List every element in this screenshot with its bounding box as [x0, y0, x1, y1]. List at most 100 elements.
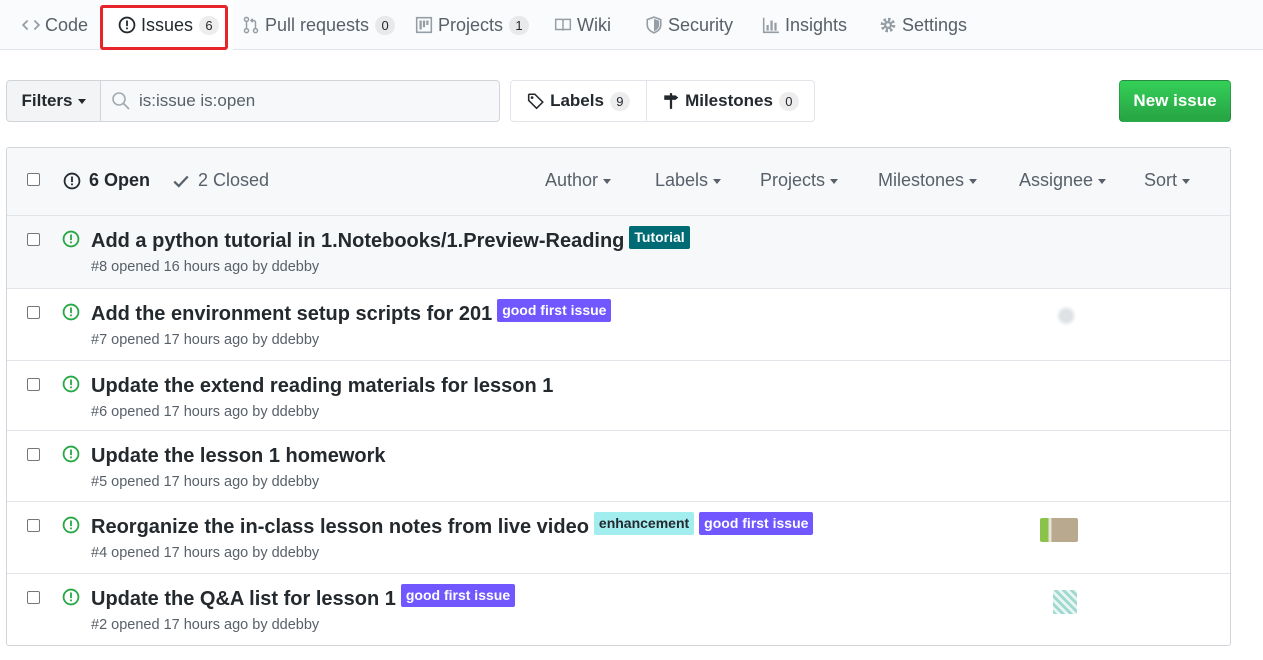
assignee-avatar[interactable] [1053, 590, 1077, 614]
tab-wiki[interactable]: Wiki [554, 0, 611, 50]
labels-label: Labels [550, 91, 604, 110]
issue-label[interactable]: good first issue [497, 299, 612, 322]
caret-down-icon [830, 178, 839, 184]
tab-insights[interactable]: Insights [762, 0, 847, 50]
issue-meta: #8 opened 16 hours ago by ddebby [91, 259, 320, 275]
tab-label: Security [668, 14, 734, 35]
issue-title-line: Update the extend reading materials for … [91, 375, 553, 398]
milestones-count-badge: 0 [778, 91, 799, 111]
labels-filter[interactable]: Labels [655, 170, 722, 191]
issue-checkbox[interactable] [27, 448, 40, 461]
projects-count-badge: 1 [509, 15, 530, 35]
select-all-checkbox[interactable] [27, 173, 40, 186]
filters-button[interactable]: Filters [6, 80, 101, 122]
labels-link[interactable]: Labels 9 [511, 81, 646, 121]
labels-filter-label: Labels [655, 170, 709, 190]
tab-settings[interactable]: Settings [879, 0, 967, 50]
issue-label[interactable]: good first issue [400, 584, 516, 607]
milestone-icon [662, 92, 680, 110]
milestones-filter[interactable]: Milestones [878, 170, 978, 191]
issue-meta: #4 opened 17 hours ago by ddebby [91, 545, 320, 561]
issue-title-line: Add a python tutorial in 1.Notebooks/1.P… [91, 226, 690, 253]
issue-opened-icon [62, 230, 80, 248]
issue-row[interactable]: Update the lesson 1 homework #5 opened 17… [7, 430, 1230, 501]
issue-title-link[interactable]: Add a python tutorial in 1.Notebooks/1.P… [91, 230, 624, 253]
issue-label[interactable]: Tutorial [629, 226, 690, 249]
caret-down-icon [1182, 178, 1191, 184]
issue-title-line: Reorganize the in-class lesson notes fro… [91, 512, 814, 539]
issue-title-link[interactable]: Update the lesson 1 homework [91, 445, 386, 468]
open-issues-link[interactable]: 6 Open [63, 170, 150, 191]
author-filter-label: Author [545, 170, 599, 190]
code-icon [22, 16, 40, 34]
book-icon [554, 16, 572, 34]
caret-down-icon [969, 178, 978, 184]
issue-row[interactable]: Update the extend reading materials for … [7, 360, 1230, 430]
assignee-filter[interactable]: Assignee [1019, 170, 1107, 191]
tab-label: Pull requests [265, 14, 370, 35]
issue-checkbox[interactable] [27, 591, 40, 604]
labels-milestones-group: Labels 9 Milestones 0 [510, 80, 815, 122]
issue-meta: #7 opened 17 hours ago by ddebby [91, 332, 320, 348]
issue-checkbox[interactable] [27, 519, 40, 532]
tab-security[interactable]: Security [645, 0, 733, 50]
issue-meta: #6 opened 17 hours ago by ddebby [91, 404, 320, 420]
tab-projects[interactable]: Projects 1 [415, 0, 530, 50]
issue-label[interactable]: good first issue [699, 512, 814, 535]
issue-checkbox[interactable] [27, 306, 40, 319]
search-input[interactable] [139, 91, 479, 111]
milestones-label: Milestones [685, 91, 773, 110]
issue-label[interactable]: enhancement [593, 512, 695, 535]
assignee-avatar[interactable] [1040, 518, 1078, 542]
issue-opened-icon [62, 588, 80, 606]
issue-title-link[interactable]: Reorganize the in-class lesson notes fro… [91, 516, 589, 539]
issue-title-link[interactable]: Update the extend reading materials for … [91, 375, 553, 398]
search-icon [111, 91, 131, 111]
issue-opened-icon [62, 375, 80, 393]
issue-checkbox[interactable] [27, 378, 40, 391]
caret-down-icon [77, 98, 86, 104]
tab-label: Wiki [577, 14, 611, 35]
tab-label: Code [45, 14, 89, 35]
issue-opened-icon [62, 516, 80, 534]
issues-search [100, 80, 500, 122]
sort-filter-label: Sort [1144, 170, 1178, 190]
tag-icon [527, 92, 545, 110]
tab-label: Settings [902, 14, 968, 35]
issues-list-header: 6 Open 2 Closed Author Labels Projects M… [7, 148, 1230, 216]
issue-states: 6 Open 2 Closed [63, 170, 269, 191]
caret-down-icon [1098, 178, 1107, 184]
issue-title-line: Update the lesson 1 homework [91, 445, 386, 468]
tab-label: Projects [438, 14, 504, 35]
project-icon [415, 16, 433, 34]
milestones-link[interactable]: Milestones 0 [646, 81, 814, 121]
author-filter[interactable]: Author [545, 170, 612, 191]
closed-issues-link[interactable]: 2 Closed [172, 170, 269, 191]
new-issue-button[interactable]: New issue [1119, 80, 1231, 122]
caret-down-icon [713, 178, 722, 184]
issue-opened-icon [62, 445, 80, 463]
issue-checkbox[interactable] [27, 233, 40, 246]
sort-filter[interactable]: Sort [1144, 170, 1191, 191]
issue-row[interactable]: Update the Q&A list for lesson 1 good fir… [7, 573, 1230, 645]
milestones-filter-label: Milestones [878, 170, 965, 190]
check-icon [172, 172, 190, 190]
gear-icon [879, 16, 897, 34]
issue-row[interactable]: Add a python tutorial in 1.Notebooks/1.P… [7, 216, 1230, 288]
issue-row[interactable]: Add the environment setup scripts for 20… [7, 288, 1230, 360]
issue-title-link[interactable]: Update the Q&A list for lesson 1 [91, 588, 396, 611]
issues-list: 6 Open 2 Closed Author Labels Projects M… [6, 147, 1231, 646]
tab-code[interactable]: Code [22, 0, 88, 50]
issue-meta: #5 opened 17 hours ago by ddebby [91, 474, 320, 490]
graph-icon [762, 16, 780, 34]
assignee-avatar[interactable] [1053, 305, 1077, 329]
git-pull-request-icon [242, 16, 260, 34]
caret-down-icon [603, 178, 612, 184]
highlight-box [100, 5, 228, 50]
issue-row[interactable]: Reorganize the in-class lesson notes fro… [7, 501, 1230, 573]
issue-title-line: Add the environment setup scripts for 20… [91, 299, 612, 326]
projects-filter[interactable]: Projects [760, 170, 839, 191]
tab-pull-requests[interactable]: Pull requests 0 [242, 0, 396, 50]
projects-filter-label: Projects [760, 170, 826, 190]
issue-title-link[interactable]: Add the environment setup scripts for 20… [91, 303, 492, 326]
